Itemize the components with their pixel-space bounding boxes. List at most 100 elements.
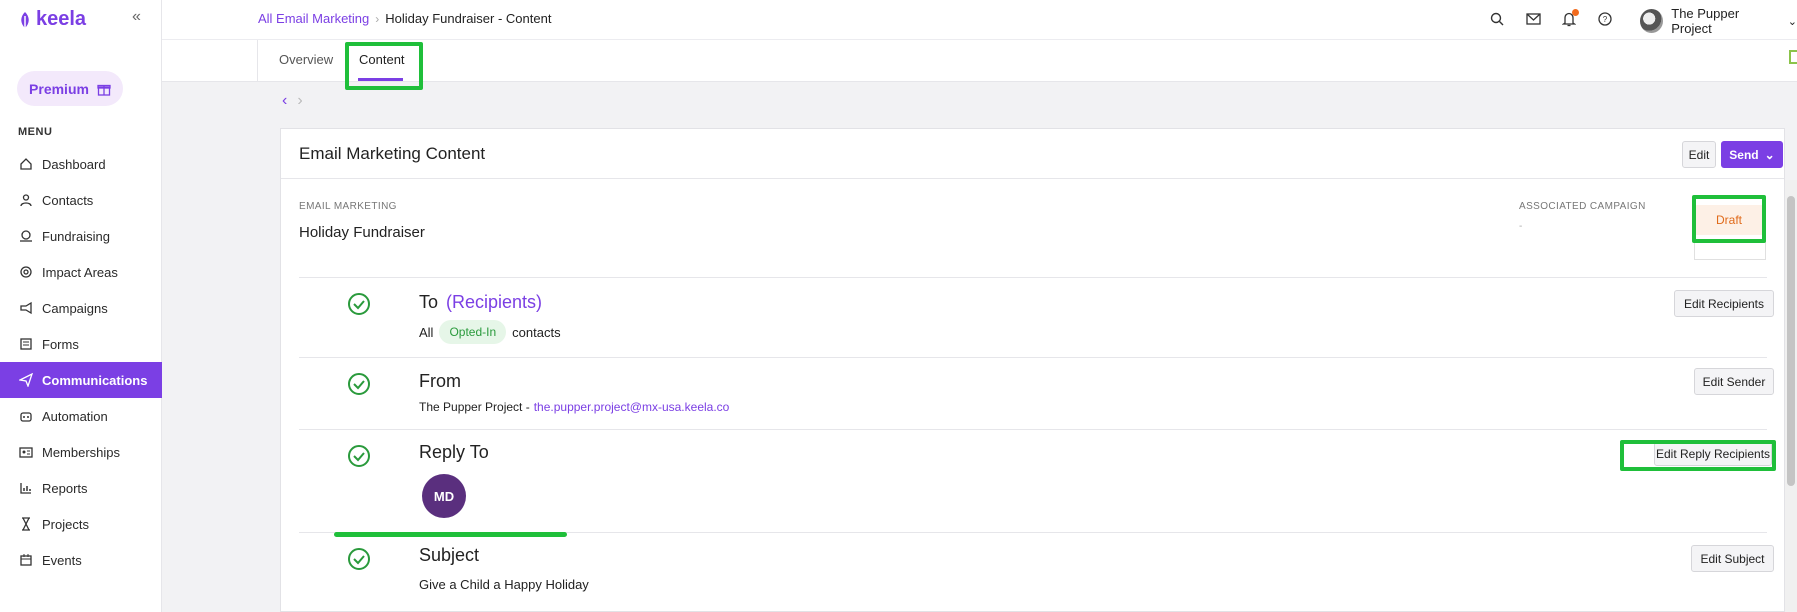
sidebar-item-memberships[interactable]: Memberships bbox=[0, 434, 162, 470]
bell-icon[interactable] bbox=[1560, 9, 1579, 28]
email-marketing-value: Holiday Fundraiser bbox=[299, 224, 425, 241]
from-summary: The Pupper Project - the.pupper.project@… bbox=[419, 400, 729, 414]
edit-sender-button[interactable]: Edit Sender bbox=[1694, 368, 1774, 395]
active-tab-indicator bbox=[358, 78, 403, 81]
edit-reply-recipients-button[interactable]: Edit Reply Recipients bbox=[1654, 442, 1772, 466]
form-icon bbox=[18, 337, 33, 352]
sidebar-item-label: Events bbox=[42, 552, 82, 568]
send-button[interactable]: Send ⌄ bbox=[1721, 141, 1783, 168]
status-badge[interactable]: Draft bbox=[1694, 205, 1764, 235]
chevron-right-icon[interactable]: › bbox=[297, 92, 302, 110]
to-row: To (Recipients) All Opted-In contacts Edi… bbox=[299, 277, 1774, 357]
help-icon[interactable]: ? bbox=[1596, 10, 1614, 28]
subject-row: Subject Give a Child a Happy Holiday Edi… bbox=[299, 532, 1774, 612]
check-circle-icon bbox=[348, 548, 370, 570]
fundraising-icon bbox=[18, 229, 33, 244]
search-icon[interactable] bbox=[1488, 10, 1506, 28]
check-circle-icon bbox=[348, 373, 370, 395]
to-title: To (Recipients) bbox=[419, 292, 542, 313]
breadcrumb-current: Holiday Fundraiser - Content bbox=[385, 11, 552, 26]
from-row: From The Pupper Project - the.pupper.pro… bbox=[299, 357, 1774, 429]
edit-button[interactable]: Edit bbox=[1682, 141, 1716, 168]
sidebar-item-label: Fundraising bbox=[42, 228, 110, 244]
tab-bar: Overview Content bbox=[258, 40, 1797, 82]
edit-recipients-button[interactable]: Edit Recipients bbox=[1674, 290, 1774, 317]
chevron-down-icon: ⌄ bbox=[1764, 147, 1775, 162]
chevron-right-icon: › bbox=[375, 11, 380, 26]
sidebar-item-forms[interactable]: Forms bbox=[0, 326, 162, 362]
email-marketing-label: EMAIL MARKETING bbox=[299, 201, 397, 212]
robot-icon bbox=[18, 409, 33, 424]
org-avatar bbox=[1640, 9, 1664, 33]
opted-in-badge: Opted-In bbox=[439, 320, 507, 344]
check-circle-icon bbox=[348, 293, 370, 315]
to-title-text: To bbox=[419, 292, 439, 312]
gift-icon bbox=[97, 84, 111, 96]
org-name: The Pupper Project bbox=[1671, 6, 1740, 36]
to-prefix: All bbox=[419, 324, 434, 340]
sidebar-item-impact-areas[interactable]: Impact Areas bbox=[0, 254, 162, 290]
svg-text:?: ? bbox=[1603, 15, 1608, 24]
scrollbar-thumb[interactable] bbox=[1787, 196, 1795, 486]
sidebar-item-dashboard[interactable]: Dashboard bbox=[0, 146, 162, 182]
to-suffix: contacts bbox=[512, 324, 561, 340]
sidebar-nav: Dashboard Contacts Fundraising Impact Ar… bbox=[0, 146, 162, 578]
sidebar-item-label: Campaigns bbox=[42, 300, 108, 316]
sidebar-item-communications[interactable]: Communications bbox=[0, 362, 162, 398]
double-chevron-left-icon[interactable]: « bbox=[132, 8, 141, 26]
pager: ‹ › bbox=[282, 92, 303, 110]
sidebar-item-events[interactable]: Events bbox=[0, 542, 162, 578]
sidebar-item-label: Memberships bbox=[42, 444, 121, 460]
sidebar-item-label: Forms bbox=[42, 336, 79, 352]
premium-button[interactable]: Premium bbox=[17, 71, 123, 106]
subject-value: Give a Child a Happy Holiday bbox=[419, 577, 589, 592]
logo-text: keela bbox=[36, 8, 87, 30]
card-header: Email Marketing Content Edit Send ⌄ bbox=[281, 129, 1784, 179]
tab-content[interactable]: Content bbox=[359, 52, 405, 67]
to-summary: All Opted-In contacts bbox=[419, 320, 561, 344]
reply-to-row: Reply To MD Edit Reply Recipients bbox=[299, 429, 1772, 532]
chevron-down-icon: ⌄ bbox=[1787, 15, 1797, 28]
sidebar-item-label: Impact Areas bbox=[42, 264, 118, 280]
sidebar-item-label: Contacts bbox=[42, 192, 94, 208]
notification-dot bbox=[1572, 9, 1579, 16]
app-logo[interactable]: keela bbox=[18, 8, 86, 31]
from-title: From bbox=[419, 371, 461, 391]
keela-leaf-icon bbox=[21, 11, 29, 28]
send-icon bbox=[18, 373, 33, 388]
subject-title: Subject bbox=[419, 545, 480, 565]
impact-icon bbox=[18, 265, 33, 280]
associated-campaign-value: - bbox=[1519, 221, 1523, 232]
sidebar-item-label: Reports bbox=[42, 480, 88, 496]
sender-name: The Pupper Project - bbox=[419, 400, 530, 414]
sidebar-item-campaigns[interactable]: Campaigns bbox=[0, 290, 162, 326]
user-icon bbox=[18, 193, 33, 208]
bar-chart-icon bbox=[18, 481, 33, 496]
mail-icon[interactable] bbox=[1524, 10, 1542, 28]
calendar-icon bbox=[18, 553, 33, 568]
content-card: Email Marketing Content Edit Send ⌄ EMAI… bbox=[280, 128, 1785, 612]
top-icons: ? bbox=[1488, 9, 1614, 28]
sidebar-item-contacts[interactable]: Contacts bbox=[0, 182, 162, 218]
sidebar-item-projects[interactable]: Projects bbox=[0, 506, 162, 542]
chevron-left-icon[interactable]: ‹ bbox=[282, 92, 287, 110]
sidebar-item-fundraising[interactable]: Fundraising bbox=[0, 218, 162, 254]
sidebar: keela « Premium MENU Dashboard Contacts … bbox=[0, 0, 162, 612]
avatar[interactable]: MD bbox=[422, 474, 466, 518]
status-dropdown[interactable] bbox=[1694, 234, 1766, 260]
tab-overview[interactable]: Overview bbox=[279, 52, 333, 67]
recipients-link[interactable]: (Recipients) bbox=[446, 292, 542, 312]
edit-subject-button[interactable]: Edit Subject bbox=[1691, 545, 1774, 572]
sidebar-item-automation[interactable]: Automation bbox=[0, 398, 162, 434]
org-switcher[interactable]: The Pupper Project ⌄ bbox=[1640, 6, 1797, 36]
card-title: Email Marketing Content bbox=[299, 144, 486, 163]
feedback-icon[interactable] bbox=[1789, 50, 1797, 64]
hourglass-icon bbox=[18, 517, 33, 532]
associated-campaign-label: ASSOCIATED CAMPAIGN bbox=[1519, 201, 1646, 212]
breadcrumb-link[interactable]: All Email Marketing bbox=[258, 11, 369, 26]
premium-label: Premium bbox=[29, 80, 89, 97]
sidebar-item-reports[interactable]: Reports bbox=[0, 470, 162, 506]
highlight-underline-reply-to bbox=[334, 532, 567, 537]
reply-to-title: Reply To bbox=[419, 442, 489, 462]
sidebar-item-label: Projects bbox=[42, 516, 89, 532]
